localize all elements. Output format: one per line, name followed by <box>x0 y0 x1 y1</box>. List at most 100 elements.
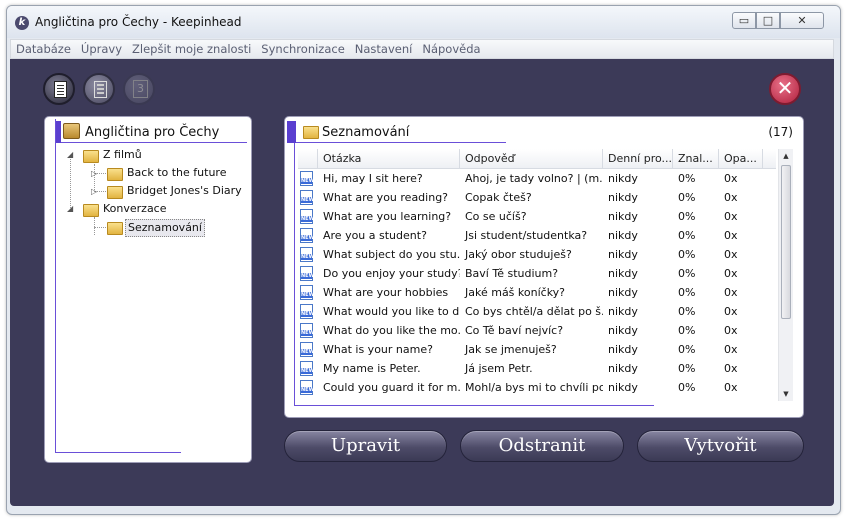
new-badge: NEW <box>301 235 315 241</box>
table-row[interactable]: NEW What subject do you stu... Jaký obor s… <box>298 245 776 264</box>
category-tree-panel: Angličtina pro Čechy ◢ Z filmů ▷ Back to… <box>44 116 252 463</box>
menu-zlepsit[interactable]: Zlepšit moje znalosti <box>127 40 256 58</box>
column-header-knowledge[interactable]: Znal... <box>673 149 719 168</box>
table-row[interactable]: NEW What would you like to d... Co bys cht… <box>298 302 776 321</box>
table-row[interactable]: NEW Do you enjoy your study? Baví Tě studi… <box>298 264 776 283</box>
question-cell: What do you like the mo... <box>323 324 460 337</box>
panel-accent-line <box>55 452 181 453</box>
daily-cell: nikdy <box>608 210 638 223</box>
menu-bar: Databáze Úpravy Zlepšit moje znalosti Synch… <box>10 39 834 59</box>
document-view-button[interactable] <box>43 73 75 105</box>
window-close-button[interactable]: ✕ <box>780 12 824 29</box>
column-header-repeats[interactable]: Opa... <box>719 149 763 168</box>
collapse-icon[interactable]: ◢ <box>67 150 73 159</box>
new-card-icon: NEW <box>300 342 315 357</box>
panel-accent-line <box>294 405 654 406</box>
three-view-button[interactable]: 3 <box>123 73 155 105</box>
column-header-question[interactable]: Otázka <box>318 149 460 168</box>
create-button[interactable]: Vytvořit <box>637 430 804 462</box>
column-header-answer[interactable]: Odpověď <box>460 149 603 168</box>
expand-icon[interactable]: ▷ <box>91 169 97 178</box>
minimize-button[interactable]: ▭ <box>732 12 756 29</box>
daily-cell: nikdy <box>608 172 638 185</box>
close-database-button[interactable]: ✕ <box>769 73 801 105</box>
menu-databaze[interactable]: Databáze <box>11 40 76 58</box>
table-row[interactable]: NEW What is your name? Jak se jmenuješ? nik… <box>298 340 776 359</box>
folder-icon <box>83 204 99 217</box>
menu-synchronizace[interactable]: Synchronizace <box>256 40 349 58</box>
expand-icon[interactable]: ▷ <box>91 187 97 196</box>
question-cell: My name is Peter. <box>323 362 421 375</box>
edit-button[interactable]: Upravit <box>284 430 447 462</box>
question-cell: What subject do you stu... <box>323 248 460 261</box>
answer-cell: Copak čteš? <box>465 191 532 204</box>
list-view-button[interactable] <box>83 73 115 105</box>
daily-cell: nikdy <box>608 286 638 299</box>
tree-item-bridget-jones[interactable]: Bridget Jones's Diary <box>127 183 242 199</box>
new-badge: NEW <box>301 387 315 393</box>
tree-item-back-to-the-future[interactable]: Back to the future <box>127 165 226 181</box>
table-row[interactable]: NEW What are your hobbies Jaké máš koníčky… <box>298 283 776 302</box>
knowledge-cell: 0% <box>678 381 696 394</box>
knowledge-cell: 0% <box>678 305 696 318</box>
column-header-icon[interactable] <box>298 149 318 168</box>
table-row[interactable]: NEW Hi, may I sit here? Ahoj, je tady voln… <box>298 169 776 188</box>
daily-cell: nikdy <box>608 191 638 204</box>
table-row[interactable]: NEW My name is Peter. Já jsem Petr. nikdy 0%… <box>298 359 776 378</box>
vertical-scrollbar[interactable]: ▲ ▼ <box>778 149 793 401</box>
table-row[interactable]: NEW Could you guard it for m... Mohl/a bys… <box>298 378 776 397</box>
table-row[interactable]: NEW Are you a student? Jsi student/student… <box>298 226 776 245</box>
maximize-button[interactable]: □ <box>756 12 780 29</box>
answer-cell: Jaké máš koníčky? <box>465 286 566 299</box>
new-card-icon: NEW <box>300 209 314 224</box>
scroll-up-icon[interactable]: ▲ <box>779 149 793 163</box>
repeats-cell: 0x <box>724 210 738 223</box>
column-header-daily[interactable]: Denní pro... <box>603 149 673 168</box>
question-cell: What would you like to d... <box>323 305 460 318</box>
new-badge: NEW <box>301 292 315 298</box>
new-badge: NEW <box>301 330 315 336</box>
question-cell: What are your hobbies <box>323 286 449 299</box>
answer-cell: Ahoj, je tady volno? | (m... <box>465 172 603 185</box>
daily-cell: nikdy <box>608 305 638 318</box>
answer-cell: Já jsem Petr. <box>465 362 533 375</box>
knowledge-cell: 0% <box>678 286 696 299</box>
menu-napoveda[interactable]: Nápověda <box>417 40 485 58</box>
collapse-icon[interactable]: ◢ <box>67 204 73 213</box>
knowledge-cell: 0% <box>678 267 696 280</box>
delete-button[interactable]: Odstranit <box>460 430 624 462</box>
new-badge: NEW <box>301 349 315 355</box>
list-view-icon <box>94 81 107 98</box>
tree-item-z-filmu[interactable]: Z filmů <box>103 147 142 163</box>
question-cell: What are you learning? <box>323 210 452 223</box>
table-row[interactable]: NEW What do you like the mo... Co Tě baví … <box>298 321 776 340</box>
scroll-down-icon[interactable]: ▼ <box>779 387 793 401</box>
answer-cell: Baví Tě studium? <box>465 267 559 280</box>
repeats-cell: 0x <box>724 248 738 261</box>
menu-upravy[interactable]: Úpravy <box>76 40 127 58</box>
grid-header: Otázka Odpověď Denní pro... Znal... Opa.… <box>298 149 776 169</box>
new-card-icon: NEW <box>300 285 315 300</box>
new-badge: NEW <box>301 254 315 260</box>
knowledge-cell: 0% <box>678 248 696 261</box>
title-bar: k Angličtina pro Čechy - Keepinhead ▭ □ … <box>7 6 840 38</box>
daily-cell: nikdy <box>608 324 638 337</box>
daily-cell: nikdy <box>608 362 638 375</box>
package-icon <box>63 123 80 139</box>
menu-nastaveni[interactable]: Nastavení <box>350 40 418 58</box>
table-row[interactable]: NEW What are you learning? Co se učíš? nikd… <box>298 207 776 226</box>
daily-cell: nikdy <box>608 343 638 356</box>
new-card-icon: NEW <box>300 190 314 205</box>
daily-cell: nikdy <box>608 229 638 242</box>
scroll-thumb[interactable] <box>781 165 791 319</box>
knowledge-cell: 0% <box>678 362 696 375</box>
question-grid: Otázka Odpověď Denní pro... Znal... Opa.… <box>298 149 793 401</box>
repeats-cell: 0x <box>724 381 738 394</box>
panel-accent <box>287 121 296 143</box>
table-row[interactable]: NEW What are you reading? Copak čteš? nikdy… <box>298 188 776 207</box>
daily-cell: nikdy <box>608 267 638 280</box>
tree-item-seznamovani[interactable]: Seznamování <box>125 219 205 237</box>
panel-accent-line <box>294 143 295 405</box>
tree-item-konverzace[interactable]: Konverzace <box>103 201 167 217</box>
panel-accent-line <box>61 142 247 143</box>
